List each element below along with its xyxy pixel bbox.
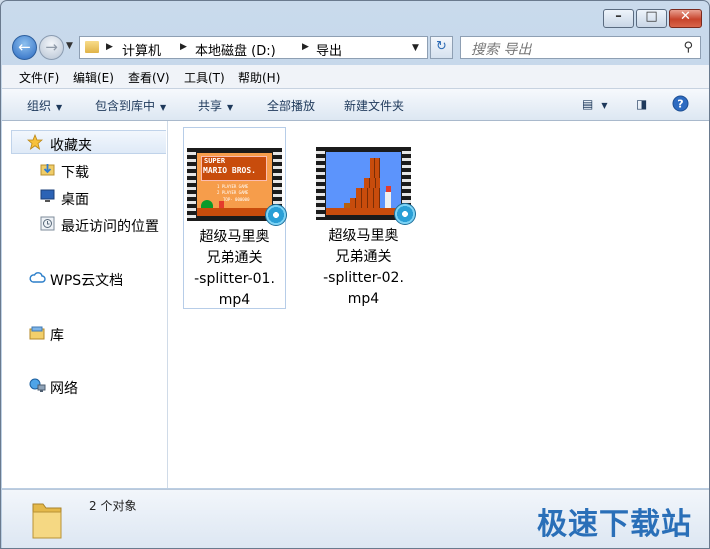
- thumbnail-screen: SUPER MARIO BROS. 1 PLAYER GAME 2 PLAYER…: [197, 153, 272, 216]
- file-item-01[interactable]: SUPER MARIO BROS. 1 PLAYER GAME 2 PLAYER…: [183, 127, 287, 311]
- nav-favorites[interactable]: 收藏夹: [50, 135, 92, 155]
- nav-recent-places[interactable]: 最近访问的位置: [61, 216, 159, 236]
- file-name-line: mp4: [347, 291, 380, 307]
- video-icon: [394, 203, 416, 225]
- breadcrumb-separator[interactable]: ▶: [302, 42, 309, 52]
- include-in-library-button[interactable]: 包含到库中 ▼: [95, 97, 166, 114]
- file-name-line: 超级马里奥: [328, 228, 399, 244]
- explorer-window: – □ ✕ ← → ▼ ▶ 计算机 ▶ 本地磁盘 (D:) ▶ 导出 ▼ ↻ 搜…: [0, 0, 710, 549]
- organize-button[interactable]: 组织 ▼: [27, 97, 62, 114]
- change-view-button[interactable]: ▤ ▼: [582, 97, 608, 111]
- nav-desktop[interactable]: 桌面: [61, 189, 89, 209]
- recent-places-icon: [40, 216, 55, 231]
- nav-downloads[interactable]: 下载: [61, 162, 89, 182]
- file-name-line: 兄弟通关: [206, 250, 263, 266]
- command-bar: 组织 ▼ 包含到库中 ▼ 共享 ▼ 全部播放 新建文件夹 ▤ ▼ ◨ ?: [2, 89, 709, 121]
- file-name-line: 超级马里奥: [199, 229, 270, 245]
- recent-pages-dropdown[interactable]: ▼: [66, 41, 73, 51]
- svg-text:?: ?: [677, 98, 683, 111]
- menu-help[interactable]: 帮助(H): [238, 69, 280, 86]
- breadcrumb-separator[interactable]: ▶: [180, 42, 187, 52]
- star-icon: [27, 134, 43, 150]
- folder-icon: [85, 41, 99, 53]
- thumb-text-1p: 1 PLAYER GAME: [217, 184, 249, 189]
- file-name-line: -splitter-02.: [323, 270, 404, 286]
- minimize-icon: –: [615, 9, 622, 24]
- file-list-pane: SUPER MARIO BROS. 1 PLAYER GAME 2 PLAYER…: [168, 121, 709, 488]
- play-all-button[interactable]: 全部播放: [267, 97, 315, 114]
- menu-bar: 文件(F) 编辑(E) 查看(V) 工具(T) 帮助(H): [2, 65, 709, 89]
- forward-button[interactable]: →: [39, 35, 64, 60]
- close-icon: ✕: [680, 9, 691, 24]
- menu-edit[interactable]: 编辑(E): [73, 69, 114, 86]
- thumb-text-top: TOP- 000000: [223, 197, 250, 202]
- menu-file[interactable]: 文件(F): [19, 69, 59, 86]
- nav-libraries[interactable]: 库: [50, 325, 64, 345]
- file-name-line: 兄弟通关: [335, 249, 392, 265]
- breadcrumb-drive-d[interactable]: 本地磁盘 (D:): [195, 40, 276, 59]
- maximize-icon: □: [645, 9, 658, 24]
- nav-wps-cloud[interactable]: WPS云文档: [50, 270, 123, 290]
- download-folder-icon: [40, 164, 55, 176]
- refresh-icon: ↻: [436, 39, 447, 54]
- search-box[interactable]: 搜索 导出 ⚲: [460, 36, 701, 59]
- thumb-text-super: SUPER: [204, 157, 226, 165]
- video-thumbnail: [316, 147, 416, 225]
- video-icon: [265, 204, 287, 226]
- video-thumbnail: SUPER MARIO BROS. 1 PLAYER GAME 2 PLAYER…: [187, 148, 287, 226]
- watermark: 极速下载站: [537, 507, 692, 542]
- back-button[interactable]: ←: [12, 35, 37, 60]
- include-library-label: 包含到库中: [95, 99, 156, 113]
- item-count: 2 个对象: [89, 499, 137, 513]
- address-dropdown-arrow[interactable]: ▼: [412, 43, 419, 53]
- file-name-line: mp4: [218, 292, 251, 308]
- share-label: 共享: [198, 99, 223, 113]
- film-strip-left: [187, 148, 196, 221]
- menu-tools[interactable]: 工具(T): [184, 69, 225, 86]
- nav-network[interactable]: 网络: [50, 378, 78, 398]
- close-button[interactable]: ✕: [669, 9, 702, 28]
- file-name: 超级马里奥 兄弟通关 -splitter-02. mp4: [313, 226, 414, 310]
- file-item-02[interactable]: 超级马里奥 兄弟通关 -splitter-02. mp4: [313, 127, 416, 309]
- file-name: 超级马里奥 兄弟通关 -splitter-01. mp4: [184, 227, 285, 311]
- breadcrumb-computer[interactable]: 计算机: [122, 40, 161, 59]
- search-icon[interactable]: ⚲: [683, 40, 693, 55]
- menu-view[interactable]: 查看(V): [128, 69, 170, 86]
- desktop-icon: [40, 189, 55, 202]
- folder-icon: [32, 503, 62, 539]
- minimize-button[interactable]: –: [603, 9, 634, 28]
- share-button[interactable]: 共享 ▼: [198, 97, 233, 114]
- file-name-line: -splitter-01.: [194, 271, 275, 287]
- organize-label: 组织: [27, 99, 52, 113]
- library-icon: [29, 326, 45, 340]
- status-bar: 2 个对象 极速下载站: [2, 489, 709, 548]
- preview-pane-icon: ◨: [636, 97, 648, 111]
- maximize-button[interactable]: □: [636, 9, 667, 28]
- thumb-text-title: MARIO BROS.: [203, 166, 256, 175]
- forward-arrow-icon: →: [45, 38, 58, 56]
- back-arrow-icon: ←: [18, 38, 31, 56]
- thumbnail-screen: [326, 152, 401, 215]
- help-button[interactable]: ?: [672, 95, 689, 115]
- navigation-pane: 收藏夹 下载 桌面 最近访问的位置 WPS云文档 库 网络: [2, 121, 168, 488]
- thumb-text-2p: 2 PLAYER GAME: [217, 190, 249, 195]
- new-folder-button[interactable]: 新建文件夹: [344, 97, 404, 114]
- view-icon: ▤: [582, 97, 594, 111]
- refresh-button[interactable]: ↻: [430, 36, 453, 59]
- film-strip-left: [316, 147, 325, 220]
- breadcrumb-export[interactable]: 导出: [316, 40, 342, 59]
- preview-pane-button[interactable]: ◨: [636, 97, 647, 111]
- network-icon: [29, 378, 46, 392]
- help-icon: ?: [672, 95, 689, 112]
- search-placeholder: 搜索 导出: [471, 42, 532, 58]
- breadcrumb-separator[interactable]: ▶: [106, 42, 113, 52]
- address-bar[interactable]: ▶ 计算机 ▶ 本地磁盘 (D:) ▶ 导出: [79, 36, 428, 59]
- cloud-icon: [29, 272, 46, 283]
